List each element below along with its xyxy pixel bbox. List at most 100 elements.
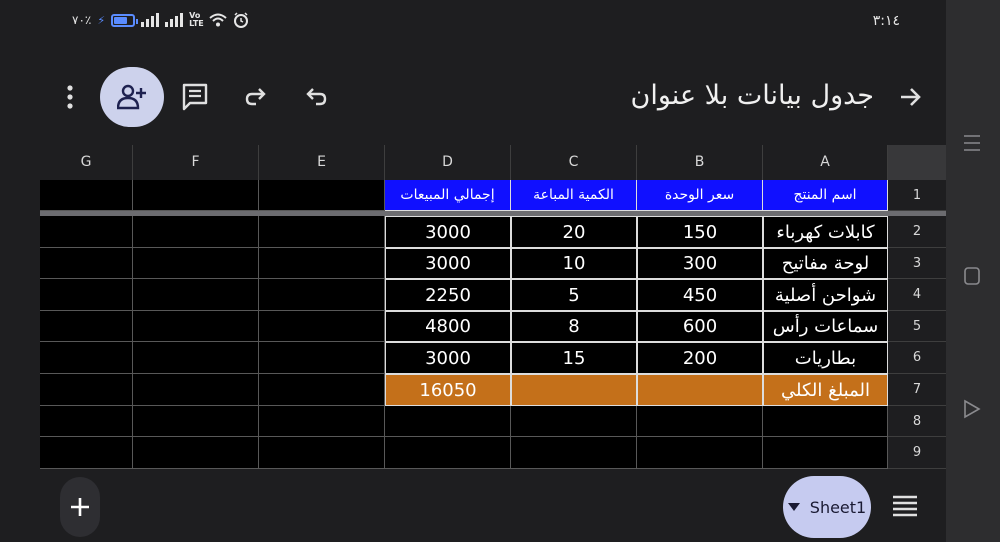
column-header-e[interactable]: E <box>259 145 385 180</box>
row-header-3[interactable]: 3 <box>888 248 946 279</box>
cell-b6[interactable]: 200 <box>637 342 763 374</box>
cell-b3[interactable]: 300 <box>637 248 763 279</box>
cell-f2[interactable] <box>133 216 259 248</box>
cell-e1[interactable] <box>259 180 385 211</box>
cell-f9[interactable] <box>133 437 259 469</box>
cell-c5[interactable]: 8 <box>511 311 637 342</box>
column-header-c[interactable]: C <box>511 145 637 180</box>
cell-d2[interactable]: 3000 <box>385 216 511 248</box>
cell-f7[interactable] <box>133 374 259 406</box>
comment-button[interactable] <box>180 82 210 112</box>
cell-d6[interactable]: 3000 <box>385 342 511 374</box>
cell-a8[interactable] <box>763 406 888 437</box>
cell-a6[interactable]: بطاريات <box>763 342 888 374</box>
cell-d5[interactable]: 4800 <box>385 311 511 342</box>
add-sheet-button[interactable] <box>60 477 100 537</box>
cell-f3[interactable] <box>133 248 259 279</box>
cell-g1[interactable] <box>40 180 133 211</box>
wifi-icon <box>209 13 227 27</box>
cell-g5[interactable] <box>40 311 133 342</box>
cell-d8[interactable] <box>385 406 511 437</box>
back-triangle-icon[interactable] <box>961 398 983 420</box>
cell-d1[interactable]: إجمالي المبيعات <box>385 180 511 211</box>
menu-icon <box>893 495 917 517</box>
cell-e2[interactable] <box>259 216 385 248</box>
table-row: 4800 8 600 سماعات رأس 5 <box>40 311 946 342</box>
cell-e6[interactable] <box>259 342 385 374</box>
recents-icon[interactable] <box>961 132 983 154</box>
redo-icon <box>245 88 266 106</box>
cell-d3[interactable]: 3000 <box>385 248 511 279</box>
sheets-list-button[interactable] <box>892 495 918 521</box>
column-header-d[interactable]: D <box>385 145 511 180</box>
cell-d4[interactable]: 2250 <box>385 279 511 311</box>
cell-e7[interactable] <box>259 374 385 406</box>
cell-g6[interactable] <box>40 342 133 374</box>
row-header-6[interactable]: 6 <box>888 342 946 374</box>
more-vert-icon[interactable] <box>58 82 82 112</box>
cell-g9[interactable] <box>40 437 133 469</box>
column-header-a[interactable]: A <box>763 145 888 180</box>
cell-e5[interactable] <box>259 311 385 342</box>
cell-d7[interactable]: 16050 <box>385 374 511 406</box>
volte-icon: Vo LTE <box>189 11 204 28</box>
column-header-f[interactable]: F <box>133 145 259 180</box>
share-button[interactable] <box>100 67 164 127</box>
row-header-4[interactable]: 4 <box>888 279 946 311</box>
column-header-b[interactable]: B <box>637 145 763 180</box>
back-button[interactable] <box>896 82 924 112</box>
cell-g3[interactable] <box>40 248 133 279</box>
cell-c2[interactable]: 20 <box>511 216 637 248</box>
cell-g7[interactable] <box>40 374 133 406</box>
cell-a3[interactable]: لوحة مفاتيح <box>763 248 888 279</box>
cell-g2[interactable] <box>40 216 133 248</box>
redo-button[interactable] <box>241 82 271 112</box>
cell-b9[interactable] <box>637 437 763 469</box>
cell-g4[interactable] <box>40 279 133 311</box>
cell-d9[interactable] <box>385 437 511 469</box>
cell-a1[interactable]: اسم المنتج <box>763 180 888 211</box>
cell-c1[interactable]: الكمية المباعة <box>511 180 637 211</box>
row-header-7[interactable]: 7 <box>888 374 946 406</box>
cell-b4[interactable]: 450 <box>637 279 763 311</box>
cell-c7[interactable] <box>511 374 637 406</box>
cell-c8[interactable] <box>511 406 637 437</box>
cell-g8[interactable] <box>40 406 133 437</box>
select-all-corner[interactable] <box>888 145 946 180</box>
row-header-9[interactable]: 9 <box>888 437 946 469</box>
freeze-divider[interactable] <box>40 211 946 216</box>
cell-b1[interactable]: سعر الوحدة <box>637 180 763 211</box>
cell-a7[interactable]: المبلغ الكلي <box>763 374 888 406</box>
home-icon[interactable] <box>961 265 983 287</box>
cell-f4[interactable] <box>133 279 259 311</box>
cell-f8[interactable] <box>133 406 259 437</box>
add-person-icon <box>117 84 146 110</box>
cell-b7[interactable] <box>637 374 763 406</box>
cell-a2[interactable]: كابلات كهرباء <box>763 216 888 248</box>
cell-e9[interactable] <box>259 437 385 469</box>
document-title[interactable]: جدول بيانات بلا عنوان <box>631 80 874 111</box>
cell-c4[interactable]: 5 <box>511 279 637 311</box>
cell-a5[interactable]: سماعات رأس <box>763 311 888 342</box>
sheet-tab[interactable]: Sheet1 <box>783 476 871 538</box>
row-header-1[interactable]: 1 <box>888 180 946 211</box>
cell-c9[interactable] <box>511 437 637 469</box>
cell-f5[interactable] <box>133 311 259 342</box>
cell-b8[interactable] <box>637 406 763 437</box>
row-header-5[interactable]: 5 <box>888 311 946 342</box>
cell-e4[interactable] <box>259 279 385 311</box>
cell-c3[interactable]: 10 <box>511 248 637 279</box>
row-header-8[interactable]: 8 <box>888 406 946 437</box>
column-header-g[interactable]: G <box>40 145 133 180</box>
cell-e8[interactable] <box>259 406 385 437</box>
cell-e3[interactable] <box>259 248 385 279</box>
cell-a9[interactable] <box>763 437 888 469</box>
row-header-2[interactable]: 2 <box>888 216 946 248</box>
cell-f1[interactable] <box>133 180 259 211</box>
cell-b5[interactable]: 600 <box>637 311 763 342</box>
undo-button[interactable] <box>301 82 331 112</box>
cell-a4[interactable]: شواحن أصلية <box>763 279 888 311</box>
cell-b2[interactable]: 150 <box>637 216 763 248</box>
cell-c6[interactable]: 15 <box>511 342 637 374</box>
cell-f6[interactable] <box>133 342 259 374</box>
